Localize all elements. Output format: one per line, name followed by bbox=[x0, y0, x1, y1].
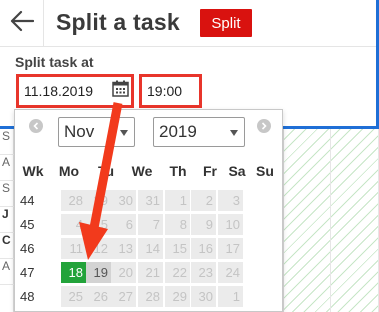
calendar-day[interactable]: 12 bbox=[86, 238, 111, 259]
calendar-day[interactable]: 14 bbox=[138, 238, 163, 259]
calendar-button[interactable] bbox=[110, 77, 131, 105]
background-row: A bbox=[0, 259, 14, 285]
weekday-header: Th bbox=[169, 163, 187, 179]
year-select[interactable]: 2019 bbox=[153, 117, 245, 147]
background-row: S bbox=[0, 129, 14, 155]
date-value: 11.18.2019 bbox=[24, 83, 94, 99]
background-row: J bbox=[0, 207, 14, 233]
calendar-day[interactable]: 21 bbox=[138, 262, 163, 283]
calendar-day[interactable]: 10 bbox=[218, 214, 243, 235]
background-row: C bbox=[0, 233, 14, 259]
calendar-day[interactable]: 31 bbox=[138, 190, 163, 211]
chevron-right-icon bbox=[260, 117, 268, 135]
calendar-day[interactable]: 2 bbox=[191, 190, 216, 211]
week-number: 44 bbox=[20, 193, 35, 208]
calendar-day[interactable]: 9 bbox=[191, 214, 216, 235]
weekday-header: Mo bbox=[58, 163, 80, 179]
weekday-header: Tu bbox=[97, 163, 115, 179]
header-divider bbox=[0, 46, 376, 47]
gantt-background bbox=[283, 129, 379, 312]
calendar-day[interactable]: 4 bbox=[61, 214, 86, 235]
calendar-day[interactable]: 5 bbox=[86, 214, 111, 235]
calendar-day[interactable]: 24 bbox=[218, 262, 243, 283]
calendar-day[interactable]: 17 bbox=[218, 238, 243, 259]
split-at-label: Split task at bbox=[15, 54, 94, 70]
week-number: 47 bbox=[20, 265, 35, 280]
date-field[interactable]: 11.18.2019 bbox=[16, 74, 134, 108]
weekday-header: We bbox=[131, 163, 153, 179]
calendar-day[interactable]: 1 bbox=[218, 286, 243, 307]
calendar-day[interactable]: 3 bbox=[218, 190, 243, 211]
calendar-icon bbox=[112, 80, 129, 102]
calendar-day[interactable]: 1 bbox=[165, 190, 190, 211]
background-row: S bbox=[0, 181, 14, 207]
calendar-day[interactable]: 6 bbox=[111, 214, 136, 235]
week-number: 48 bbox=[20, 289, 35, 304]
date-picker-popup: Nov 2019 Wk Mo Tu We Th Fr Sa Su 44 28 29 30 31 1 2 3 45… bbox=[14, 109, 283, 312]
calendar-day[interactable]: 20 bbox=[111, 262, 136, 283]
arrow-left-icon bbox=[10, 10, 34, 37]
back-button[interactable] bbox=[0, 0, 44, 46]
calendar-day[interactable]: 28 bbox=[61, 190, 86, 211]
calendar-day[interactable]: 27 bbox=[111, 286, 136, 307]
split-button[interactable]: Split bbox=[200, 9, 252, 37]
week-number: 45 bbox=[20, 217, 35, 232]
calendar-day[interactable]: 26 bbox=[86, 286, 111, 307]
caret-down-icon bbox=[230, 130, 238, 136]
month-value: Nov bbox=[64, 122, 95, 141]
time-value: 19:00 bbox=[147, 83, 183, 99]
calendar-day[interactable]: 22 bbox=[165, 262, 190, 283]
week-number: 46 bbox=[20, 241, 35, 256]
background-row: A bbox=[0, 155, 14, 181]
calendar-day[interactable]: 16 bbox=[191, 238, 216, 259]
calendar-day[interactable]: 23 bbox=[191, 262, 216, 283]
calendar-day[interactable]: 29 bbox=[165, 286, 190, 307]
weekday-header: Wk bbox=[22, 163, 44, 179]
caret-down-icon bbox=[120, 130, 128, 136]
calendar-day[interactable]: 30 bbox=[191, 286, 216, 307]
calendar-day[interactable]: 13 bbox=[111, 238, 136, 259]
calendar-day[interactable]: 28 bbox=[138, 286, 163, 307]
calendar-day[interactable]: 7 bbox=[138, 214, 163, 235]
month-select[interactable]: Nov bbox=[58, 117, 135, 147]
background-row-labels: S A S J C A bbox=[0, 129, 14, 312]
next-month-button[interactable] bbox=[257, 119, 271, 133]
calendar-day[interactable]: 18 bbox=[61, 262, 86, 283]
calendar-day[interactable]: 29 bbox=[86, 190, 111, 211]
year-value: 2019 bbox=[159, 122, 197, 141]
chevron-left-icon bbox=[32, 117, 40, 135]
time-field[interactable]: 19:00 bbox=[139, 74, 202, 108]
weekday-header: Su bbox=[256, 163, 274, 179]
dialog-title: Split a task bbox=[56, 9, 180, 35]
prev-month-button[interactable] bbox=[29, 119, 43, 133]
calendar-day[interactable]: 19 bbox=[86, 262, 111, 283]
calendar-day[interactable]: 8 bbox=[165, 214, 190, 235]
calendar-day[interactable]: 15 bbox=[165, 238, 190, 259]
calendar-day[interactable]: 11 bbox=[61, 238, 86, 259]
calendar-day[interactable]: 25 bbox=[61, 286, 86, 307]
calendar-day[interactable]: 30 bbox=[111, 190, 136, 211]
